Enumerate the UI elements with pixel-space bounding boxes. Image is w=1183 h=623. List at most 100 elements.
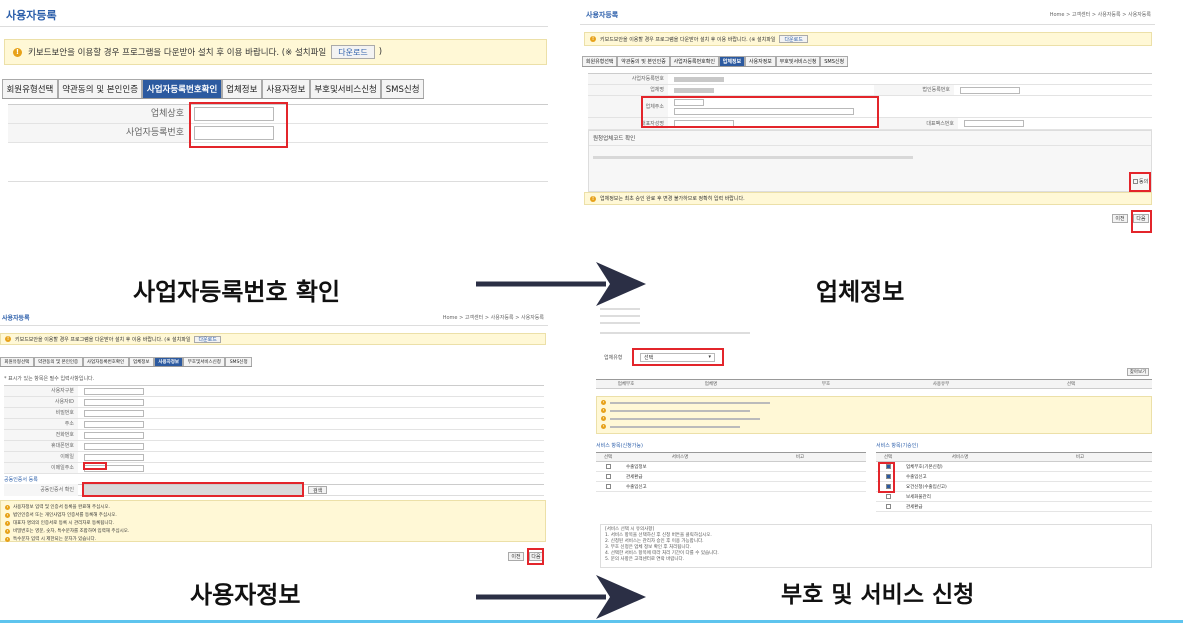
- table-header-cell: 사용유무: [932, 382, 950, 387]
- form-spacer: [8, 142, 548, 182]
- service-checkbox-cell: [596, 474, 620, 479]
- fax-label: 대표팩스번호: [878, 118, 958, 129]
- service-notice-line: !: [601, 424, 740, 429]
- note-line: [600, 308, 640, 310]
- download-button[interactable]: 다운로드: [779, 35, 808, 43]
- service-name: 요건신청(수출입신고): [906, 484, 947, 490]
- page: 사용자등록 ! 키보드보안을 이용할 경우 프로그램을 다운받아 설치 후 이용…: [0, 0, 1183, 623]
- warning-icon: !: [601, 400, 606, 405]
- service-left-table: 선택 서비스명 비고 수출입정보 관세환급 수출입신고: [596, 452, 866, 492]
- keyboard-security-notice: ! 키보드보안을 이용할 경우 프로그램을 다운받아 설치 후 이용 바랍니다.…: [4, 39, 547, 65]
- page-title: 사용자등록: [586, 11, 619, 19]
- download-button[interactable]: 다운로드: [331, 45, 375, 59]
- highlight-agent-inputs: [641, 96, 879, 128]
- service-name: 업체부호(기본신청): [906, 464, 943, 470]
- service-header-cell: 선택: [883, 455, 893, 460]
- form-row: 비밀번호: [4, 408, 544, 419]
- note-text: 사용자정보 입력 및 인증서 등록을 완료해 주십시오.: [13, 505, 110, 510]
- agreement-text-line: [593, 156, 913, 159]
- service-table-header: 선택 서비스명 비고: [876, 453, 1152, 462]
- service-checkbox-cell: [876, 494, 900, 499]
- step-tab: SMS신청: [225, 357, 252, 366]
- warning-icon: !: [601, 424, 606, 429]
- service-name: 보세화물관리: [906, 494, 931, 500]
- service-notice-line: !: [601, 408, 750, 413]
- service-note: 5. 문의 사항은 고객센터로 연락 바랍니다.: [605, 557, 685, 562]
- form-row: 사용자구분: [4, 386, 544, 397]
- user-form: 사용자구분 사용자ID 비밀번호 주소 전화번호 휴대폰번호 이메일 이메일주소: [4, 385, 544, 474]
- field-input[interactable]: [84, 399, 144, 406]
- notice-text: 키보드보안을 이용할 경우 프로그램을 다운받아 설치 후 이용 바랍니다. (…: [15, 336, 191, 343]
- panel-company-info: 사용자등록 Home > 고객센터 > 사용자등록 > 사용자등록 ! 키보드보…: [580, 0, 1155, 240]
- note-text: 비밀번호는 영문, 숫자, 특수문자를 조합하여 입력해 주십시오.: [13, 529, 130, 534]
- service-name: 수출입신고: [906, 474, 927, 480]
- field-label: 이메일: [4, 452, 78, 462]
- business-number-label: 사업자등록번호: [588, 74, 668, 84]
- service-notes: [서비스 선택 시 유의사항] 1. 서비스 항목을 선택하신 후 신청 버튼을 …: [600, 524, 1152, 568]
- highlight-agree: [1129, 172, 1151, 192]
- note-item: ! 대표자 명의의 인증서로 등록 시 관리자로 등록됩니다.: [5, 520, 114, 526]
- step-tab: 회원유형선택: [0, 357, 34, 366]
- warning-icon: !: [5, 512, 10, 518]
- company-name-label: 업체상호: [8, 105, 190, 123]
- note-text: 특수문자 입력 시 제한되는 문자가 있습니다.: [13, 537, 97, 542]
- cert-title: 공동인증서 등록: [4, 477, 38, 483]
- field-input[interactable]: [84, 388, 144, 395]
- service-checkbox[interactable]: [885, 504, 891, 509]
- divider: [0, 26, 548, 27]
- warning-icon: !: [590, 36, 596, 42]
- corp-number-input[interactable]: [960, 87, 1020, 94]
- service-header-cell: 선택: [603, 455, 613, 460]
- fax-input[interactable]: [964, 120, 1024, 127]
- search-button[interactable]: 찾아보기: [1127, 368, 1149, 376]
- breadcrumb: Home > 고객센터 > 사용자등록 > 사용자등록: [442, 315, 544, 321]
- service-row: 관세환급: [596, 472, 866, 482]
- service-checkbox[interactable]: [885, 494, 891, 499]
- note-item: ! 법인인증서 또는 개인사업자 인증서를 등록해 주십시오.: [5, 512, 117, 518]
- warning-icon: !: [13, 47, 22, 57]
- page-title: 사용자등록: [2, 315, 30, 322]
- field-input[interactable]: [84, 421, 144, 428]
- code-table-header: 업체부호 업체명 부호 사용유무 선택: [596, 379, 1152, 389]
- cert-search-button[interactable]: 검색: [308, 486, 328, 494]
- service-checkbox[interactable]: [605, 484, 611, 489]
- service-right-title: 서비스 항목(기승인): [876, 443, 919, 449]
- prev-button[interactable]: 이전: [508, 552, 524, 561]
- note-item: ! 특수문자 입력 시 제한되는 문자가 있습니다.: [5, 536, 96, 542]
- divider: [580, 24, 1155, 25]
- service-name: 관세환급: [906, 504, 923, 510]
- field-input[interactable]: [84, 432, 144, 439]
- caption-user-info: 사용자정보: [190, 581, 301, 609]
- note-item: ! 사용자정보 입력 및 인증서 등록을 완료해 주십시오.: [5, 504, 110, 510]
- step-tab: 약관동의 및 본인인증: [33, 357, 83, 366]
- form-row: 주소: [4, 419, 544, 430]
- service-table-header: 선택 서비스명 비고: [596, 453, 866, 462]
- field-input[interactable]: [84, 443, 144, 450]
- step-tab: 사업자등록번호확인: [669, 56, 719, 66]
- service-checkbox-cell: [876, 504, 900, 509]
- step-tabs: 회원유형선택 약관동의 및 본인인증 사업자등록번호확인 업체정보 사용자정보 부호및서비…: [0, 357, 252, 367]
- masked-value: [674, 88, 714, 93]
- service-name: 수출입정보: [626, 464, 647, 470]
- step-tab: 사업자등록번호확인: [142, 79, 222, 98]
- step-tab: 업체정보: [221, 79, 262, 98]
- service-checkbox[interactable]: [605, 474, 611, 479]
- field-label: 사용자ID: [4, 397, 78, 407]
- field-input[interactable]: [84, 410, 144, 417]
- company-name-label: 업체명: [588, 85, 668, 95]
- step-tab: SMS신청: [820, 56, 848, 66]
- warning-icon: !: [5, 536, 10, 542]
- highlight-next: [527, 548, 544, 565]
- warning-icon: !: [601, 408, 606, 413]
- notice-line: [610, 425, 740, 428]
- caption-business-number-check: 사업자등록번호 확인: [133, 278, 341, 306]
- prev-button[interactable]: 이전: [1112, 214, 1128, 223]
- form-row: 휴대폰번호: [4, 441, 544, 452]
- service-checkbox[interactable]: [605, 464, 611, 469]
- download-button[interactable]: 다운로드: [194, 335, 221, 343]
- keyboard-security-notice: ! 키보드보안을 이용할 경우 프로그램을 다운받아 설치 후 이용 바랍니다.…: [0, 333, 546, 345]
- company-notice: ! 업체정보는 최초 승인 완료 후 변경 불가하므로 정확히 입력 바랍니다.: [584, 192, 1152, 205]
- note-line: [600, 332, 750, 334]
- field-input[interactable]: [84, 454, 144, 461]
- table-header-cell: 부호: [821, 382, 831, 387]
